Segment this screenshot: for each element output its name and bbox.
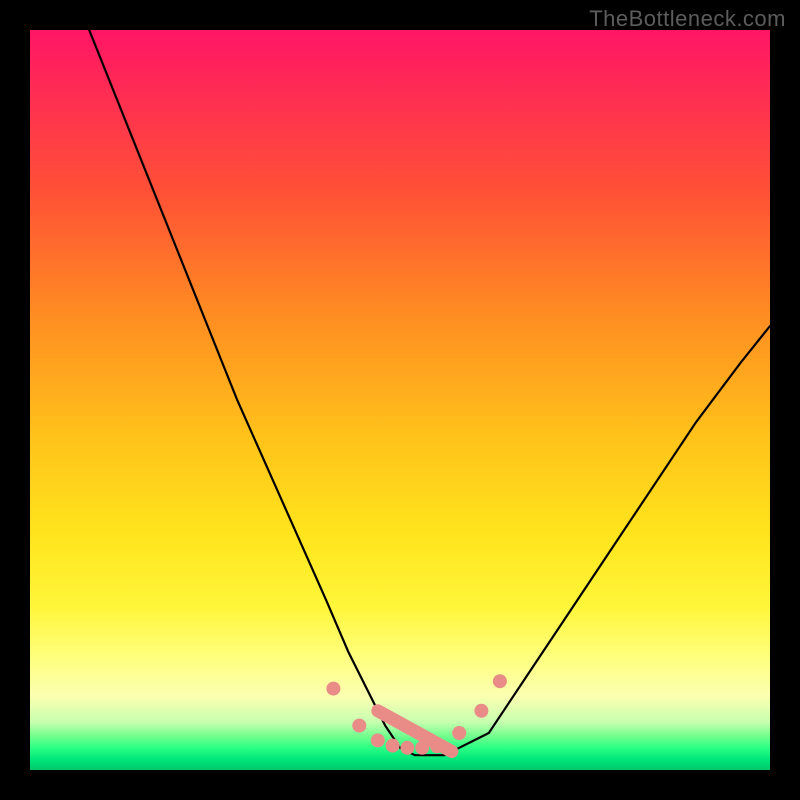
marker-dot <box>352 719 366 733</box>
marker-dot <box>452 726 466 740</box>
marker-dot <box>430 739 444 753</box>
marker-dot <box>415 741 429 755</box>
marker-dot <box>326 682 340 696</box>
marker-dot <box>493 674 507 688</box>
marker-dot <box>474 704 488 718</box>
plot-area <box>30 30 770 770</box>
marker-dot <box>371 733 385 747</box>
markers-group <box>326 674 507 755</box>
chart-svg <box>30 30 770 770</box>
marker-dot <box>400 741 414 755</box>
watermark-text: TheBottleneck.com <box>589 6 786 32</box>
chart-frame: TheBottleneck.com <box>0 0 800 800</box>
marker-dot <box>386 739 400 753</box>
bottleneck-curve <box>89 30 770 755</box>
